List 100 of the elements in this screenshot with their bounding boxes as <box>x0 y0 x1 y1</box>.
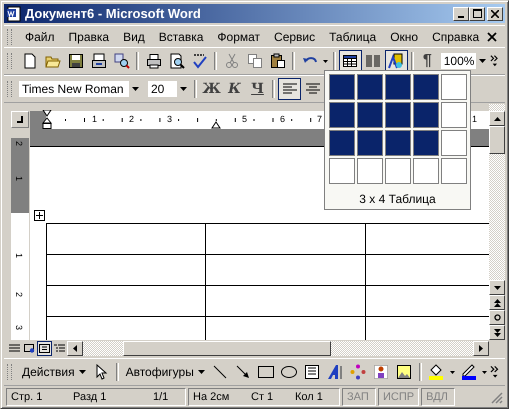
right-arrow-icon <box>479 344 483 352</box>
dropdown-arrow-icon <box>132 87 139 91</box>
grid-cell[interactable] <box>440 74 466 100</box>
grid-cell[interactable] <box>356 74 382 100</box>
scroll-right-button[interactable] <box>473 340 489 356</box>
grid-cell[interactable] <box>356 102 382 128</box>
menu-grip[interactable] <box>7 28 12 44</box>
show-formatting-button[interactable]: ¶ <box>416 52 438 70</box>
menu-item[interactable]: Вставка <box>152 30 210 44</box>
outline-view-icon <box>54 344 65 352</box>
window-title: Документ6 - Microsoft Word <box>25 6 201 21</box>
menu-item[interactable]: Файл <box>18 30 62 44</box>
page-magnifier-icon <box>168 53 184 69</box>
down-arrow-icon <box>494 286 500 290</box>
indent-marker-icon[interactable] <box>42 110 52 130</box>
align-button[interactable] <box>278 78 301 100</box>
font-size-dropdown[interactable]: 20 <box>147 80 191 98</box>
view-button[interactable] <box>37 340 52 356</box>
font-dropdown[interactable]: Times New Roman <box>18 80 143 98</box>
pen-icon <box>460 364 477 380</box>
browse-object-button[interactable] <box>489 310 505 325</box>
resize-grip-icon[interactable] <box>489 390 503 404</box>
maximize-button[interactable] <box>469 6 485 20</box>
close-icon[interactable] <box>487 32 497 42</box>
toolbar-grip[interactable] <box>7 364 12 380</box>
grid-cell[interactable] <box>412 102 438 128</box>
previous-page-button[interactable] <box>489 295 505 310</box>
menu-item[interactable]: Таблица <box>322 30 384 44</box>
ruler-number: 1 <box>14 253 23 258</box>
toolbar-grip[interactable] <box>7 81 12 97</box>
status-text: ИСПР <box>383 390 414 402</box>
ruler-number: 1 <box>471 114 478 124</box>
document-icon <box>6 6 22 22</box>
tab-stop-button[interactable] <box>11 111 29 128</box>
grid-cell[interactable] <box>384 158 410 184</box>
autoshapes-menu-button[interactable]: Автофигуры <box>122 361 209 383</box>
grid-cell[interactable] <box>412 74 438 100</box>
minimize-button[interactable] <box>453 6 469 20</box>
scroll-down-button[interactable] <box>489 280 505 295</box>
circle-icon <box>494 314 500 321</box>
dropdown-arrow-icon <box>322 60 328 62</box>
italic-button[interactable]: К <box>223 78 246 100</box>
grid-cell[interactable] <box>384 74 410 100</box>
ruler-number: 6 <box>279 114 286 124</box>
grid-cell[interactable] <box>384 130 410 156</box>
status-text: 1/1 <box>153 390 170 402</box>
drawing-button[interactable] <box>384 50 408 72</box>
menu-item[interactable]: Правка <box>62 30 116 44</box>
dropdown-arrow-icon <box>180 87 187 91</box>
menu-item[interactable]: Сервис <box>267 30 322 44</box>
menu-item[interactable]: Вид <box>116 30 152 44</box>
dropdown-arrow-icon <box>78 370 86 374</box>
menu-item[interactable]: Справка <box>425 30 486 44</box>
actions-menu-button[interactable]: Действия <box>18 361 90 383</box>
grid-cell[interactable] <box>328 158 354 184</box>
toolbar-grip[interactable] <box>7 53 12 69</box>
blank-page-icon <box>22 53 38 69</box>
insert-table-button[interactable] <box>338 50 362 72</box>
toolbar-options-icon[interactable] <box>490 54 499 68</box>
envelope-icon <box>90 53 106 69</box>
table-move-handle-icon[interactable] <box>34 210 45 221</box>
clipboard-icon <box>270 53 286 69</box>
bold-button[interactable]: Ж <box>200 78 223 100</box>
next-page-button[interactable] <box>489 325 505 340</box>
grid-cell[interactable] <box>440 102 466 128</box>
menu-item[interactable]: Формат <box>210 30 268 44</box>
ruler-number: 1 <box>91 114 98 124</box>
ruler-number: 2 <box>128 114 136 124</box>
columns-icon <box>365 53 382 69</box>
maximize-icon <box>472 9 482 18</box>
underline-button[interactable]: Ч <box>246 78 269 100</box>
grid-cell[interactable] <box>328 74 354 100</box>
zoom-dropdown[interactable]: 100% <box>440 52 490 70</box>
scroll-left-button[interactable] <box>67 340 83 356</box>
line-icon <box>212 364 228 380</box>
grid-cell[interactable] <box>356 130 382 156</box>
dropdown-arrow-icon <box>198 370 205 374</box>
ruler-number: 2 <box>14 292 23 297</box>
grid-cell[interactable] <box>356 158 382 184</box>
grid-cell[interactable] <box>328 102 354 128</box>
checkmark-icon <box>192 53 208 69</box>
grid-cell[interactable] <box>440 158 466 184</box>
web-view-icon <box>24 344 35 352</box>
grid-cell[interactable] <box>328 130 354 156</box>
grid-cell[interactable] <box>384 102 410 128</box>
toolbar-options-icon[interactable] <box>490 365 499 379</box>
left-arrow-icon <box>73 344 77 352</box>
grid-cell[interactable] <box>440 130 466 156</box>
table-size-label: 3 x 4 Таблица <box>359 192 436 206</box>
dropdown-arrow-icon <box>482 370 488 374</box>
grid-cell[interactable] <box>412 158 438 184</box>
scroll-up-button[interactable] <box>489 111 505 126</box>
scroll-thumb[interactable] <box>489 126 505 154</box>
close-button[interactable] <box>487 6 503 20</box>
circle-dots-icon <box>350 364 366 380</box>
scroll-thumb[interactable] <box>123 340 331 356</box>
slanted-letter-icon <box>327 364 344 380</box>
status-text: Разд 1 <box>73 390 108 402</box>
grid-cell[interactable] <box>412 130 438 156</box>
menu-item[interactable]: Окно <box>383 30 426 44</box>
